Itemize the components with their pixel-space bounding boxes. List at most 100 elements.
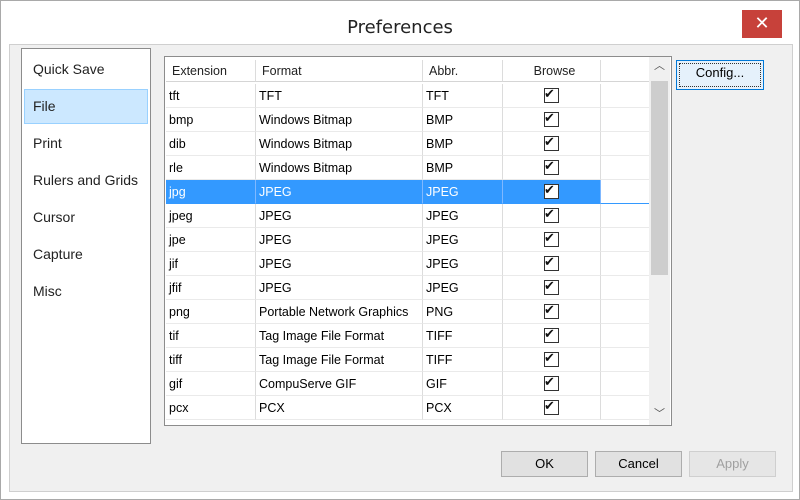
- browse-checkbox[interactable]: ✔: [544, 230, 559, 248]
- cell-browse: ✔: [503, 300, 601, 324]
- cell-extension: pcx: [166, 396, 256, 420]
- checkmark-icon: ✔: [544, 134, 555, 150]
- cell-format: Windows Bitmap: [256, 132, 423, 156]
- sidebar-item-print[interactable]: Print: [24, 126, 148, 161]
- checkmark-icon: ✔: [544, 278, 555, 294]
- cell-extension: dib: [166, 132, 256, 156]
- checkmark-icon: ✔: [544, 374, 555, 390]
- cell-extension: png: [166, 300, 256, 324]
- ok-button[interactable]: OK: [501, 451, 588, 477]
- cell-format: Windows Bitmap: [256, 108, 423, 132]
- browse-checkbox[interactable]: ✔: [544, 158, 559, 176]
- cell-format: JPEG: [256, 180, 423, 204]
- cell-format: Tag Image File Format: [256, 324, 423, 348]
- table-row[interactable]: gif CompuServe GIF GIF ✔: [166, 372, 652, 396]
- browse-checkbox[interactable]: ✔: [544, 278, 559, 296]
- cell-blank: [601, 180, 652, 204]
- browse-checkbox[interactable]: ✔: [544, 374, 559, 392]
- browse-checkbox[interactable]: ✔: [544, 326, 559, 344]
- config-button[interactable]: Config...: [676, 60, 764, 90]
- table-row[interactable]: pcx PCX PCX ✔: [166, 396, 652, 420]
- checkmark-icon: ✔: [544, 86, 555, 102]
- cell-blank: [601, 348, 652, 372]
- cell-blank: [601, 204, 652, 228]
- chevron-up-icon: ︿: [654, 59, 665, 72]
- cell-extension: jpg: [166, 180, 256, 204]
- column-header-browse[interactable]: Browse: [503, 60, 601, 82]
- cell-browse: ✔: [503, 348, 601, 372]
- cell-blank: [601, 300, 652, 324]
- browse-checkbox[interactable]: ✔: [544, 182, 559, 200]
- cell-browse: ✔: [503, 204, 601, 228]
- table-row[interactable]: png Portable Network Graphics PNG ✔: [166, 300, 652, 324]
- cell-abbr: BMP: [423, 132, 503, 156]
- table-row[interactable]: tft TFT TFT ✔: [166, 84, 652, 108]
- column-header-format[interactable]: Format: [256, 60, 423, 82]
- checkmark-icon: ✔: [544, 158, 555, 174]
- cell-extension: jfif: [166, 276, 256, 300]
- table-row[interactable]: jfif JPEG JPEG ✔: [166, 276, 652, 300]
- preferences-window: Preferences ✕ Quick Save File Print Rule…: [0, 0, 800, 500]
- cell-format: Portable Network Graphics: [256, 300, 423, 324]
- vertical-scrollbar[interactable]: ︿ ﹀: [649, 57, 670, 425]
- sidebar-item-cursor[interactable]: Cursor: [24, 200, 148, 235]
- table-row[interactable]: jpg JPEG JPEG ✔: [166, 180, 652, 204]
- table-row[interactable]: jif JPEG JPEG ✔: [166, 252, 652, 276]
- cancel-button[interactable]: Cancel: [595, 451, 682, 477]
- scroll-thumb[interactable]: [651, 81, 668, 275]
- scroll-up-arrow[interactable]: ︿: [649, 57, 670, 75]
- cell-format: PCX: [256, 396, 423, 420]
- cell-extension: rle: [166, 156, 256, 180]
- table-row[interactable]: jpe JPEG JPEG ✔: [166, 228, 652, 252]
- table-row[interactable]: tiff Tag Image File Format TIFF ✔: [166, 348, 652, 372]
- cell-blank: [601, 228, 652, 252]
- browse-checkbox[interactable]: ✔: [544, 254, 559, 272]
- checkmark-icon: ✔: [544, 254, 555, 270]
- file-format-list[interactable]: Extension Format Abbr. Browse tft TFT TFT ✔…: [164, 56, 672, 426]
- cell-format: CompuServe GIF: [256, 372, 423, 396]
- cell-blank: [601, 156, 652, 180]
- cell-abbr: GIF: [423, 372, 503, 396]
- cell-format: Tag Image File Format: [256, 348, 423, 372]
- table-row[interactable]: tif Tag Image File Format TIFF ✔: [166, 324, 652, 348]
- checkmark-icon: ✔: [544, 182, 555, 198]
- column-header-extension[interactable]: Extension: [166, 60, 256, 82]
- table-row[interactable]: jpeg JPEG JPEG ✔: [166, 204, 652, 228]
- checkmark-icon: ✔: [544, 302, 555, 318]
- sidebar-item-quick-save[interactable]: Quick Save: [24, 52, 148, 87]
- browse-checkbox[interactable]: ✔: [544, 110, 559, 128]
- cell-format: JPEG: [256, 252, 423, 276]
- browse-checkbox[interactable]: ✔: [544, 134, 559, 152]
- cell-format: TFT: [256, 84, 423, 108]
- checkmark-icon: ✔: [544, 326, 555, 342]
- browse-checkbox[interactable]: ✔: [544, 398, 559, 416]
- checkmark-icon: ✔: [544, 206, 555, 222]
- sidebar-item-rulers-and-grids[interactable]: Rulers and Grids: [24, 163, 148, 198]
- browse-checkbox[interactable]: ✔: [544, 350, 559, 368]
- cell-abbr: BMP: [423, 108, 503, 132]
- apply-button[interactable]: Apply: [689, 451, 776, 477]
- cell-browse: ✔: [503, 396, 601, 420]
- cell-abbr: BMP: [423, 156, 503, 180]
- chevron-down-icon: ﹀: [654, 407, 665, 420]
- browse-checkbox[interactable]: ✔: [544, 86, 559, 104]
- cell-blank: [601, 276, 652, 300]
- table-row[interactable]: bmp Windows Bitmap BMP ✔: [166, 108, 652, 132]
- cell-format: JPEG: [256, 276, 423, 300]
- cell-abbr: PNG: [423, 300, 503, 324]
- sidebar-item-capture[interactable]: Capture: [24, 237, 148, 272]
- sidebar-item-file[interactable]: File: [24, 89, 148, 124]
- cell-browse: ✔: [503, 156, 601, 180]
- close-icon: ✕: [754, 13, 770, 34]
- cell-abbr: TIFF: [423, 348, 503, 372]
- browse-checkbox[interactable]: ✔: [544, 206, 559, 224]
- browse-checkbox[interactable]: ✔: [544, 302, 559, 320]
- table-row[interactable]: dib Windows Bitmap BMP ✔: [166, 132, 652, 156]
- sidebar-item-misc[interactable]: Misc: [24, 274, 148, 309]
- cell-browse: ✔: [503, 276, 601, 300]
- cell-blank: [601, 372, 652, 396]
- close-button[interactable]: ✕: [742, 10, 782, 38]
- column-header-abbr[interactable]: Abbr.: [423, 60, 503, 82]
- scroll-down-arrow[interactable]: ﹀: [649, 405, 670, 423]
- table-row[interactable]: rle Windows Bitmap BMP ✔: [166, 156, 652, 180]
